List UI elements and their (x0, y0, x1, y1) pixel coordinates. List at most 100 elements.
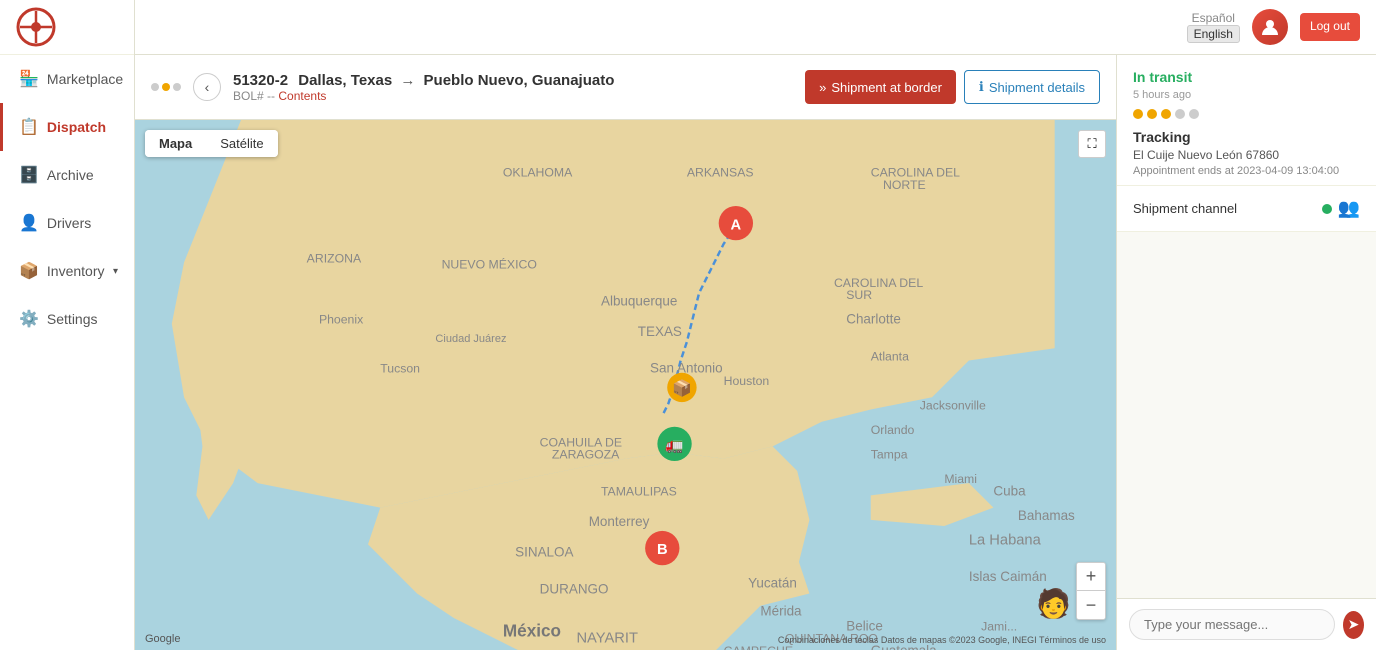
svg-text:Monterrey: Monterrey (589, 514, 650, 529)
marketplace-icon: 🏪 (19, 69, 39, 89)
sidebar-item-archive[interactable]: 🗄️ Archive (0, 151, 134, 199)
sidebar-item-label: Marketplace (47, 71, 123, 87)
shipment-channel-section: Shipment channel 👥 (1117, 186, 1376, 232)
logout-button[interactable]: Log out (1300, 13, 1360, 41)
route-dot-3 (173, 83, 181, 91)
sidebar-item-drivers[interactable]: 👤 Drivers (0, 199, 134, 247)
topbar: Español English Log out (135, 0, 1376, 55)
route-dots (151, 83, 181, 91)
map-background: OKLAHOMA ARKANSAS CAROLINA DEL NORTE ARI… (135, 120, 1116, 650)
back-button[interactable]: ‹ (193, 73, 221, 101)
online-indicator (1322, 204, 1332, 214)
svg-text:SUR: SUR (846, 288, 872, 302)
channel-icons: 👥 (1322, 198, 1360, 219)
language-switcher[interactable]: Español English (1187, 11, 1240, 43)
right-panel: In transit 5 hours ago Tracking El Cuije… (1116, 55, 1376, 650)
sidebar-logo (0, 0, 134, 55)
route-dot-2 (162, 83, 170, 91)
main-area: Español English Log out ‹ (135, 0, 1376, 650)
google-attribution: Google (145, 633, 180, 645)
svg-text:Houston: Houston (724, 374, 770, 388)
svg-text:Tucson: Tucson (380, 362, 420, 376)
svg-text:TAMAULIPAS: TAMAULIPAS (601, 484, 677, 498)
svg-text:Albuquerque: Albuquerque (601, 293, 677, 308)
archive-icon: 🗄️ (19, 165, 39, 185)
shipment-actions: » Shipment at border ℹ Shipment details (805, 70, 1100, 104)
svg-text:Islas Caimán: Islas Caimán (969, 569, 1047, 584)
border-btn-label: Shipment at border (831, 80, 942, 95)
street-view-person[interactable]: 🧑 (1036, 587, 1071, 620)
sidebar-item-label: Settings (47, 311, 98, 327)
svg-text:SINALOA: SINALOA (515, 545, 573, 560)
status-time: 5 hours ago (1133, 89, 1360, 101)
sidebar-item-label: Archive (47, 167, 94, 183)
shipment-at-border-button[interactable]: » Shipment at border (805, 70, 956, 104)
svg-text:Orlando: Orlando (871, 423, 915, 437)
lang-inactive[interactable]: Español (1192, 11, 1235, 25)
tracking-dot-2 (1147, 109, 1157, 119)
drivers-icon: 👤 (19, 213, 39, 233)
tracking-dot-4 (1175, 109, 1185, 119)
shipment-origin: Dallas, Texas (298, 72, 392, 89)
shipment-details-button[interactable]: ℹ Shipment details (964, 70, 1100, 104)
bol-contents-link[interactable]: Contents (278, 89, 326, 103)
zoom-out-button[interactable]: − (1077, 591, 1105, 619)
sidebar-item-label: Inventory (47, 263, 105, 279)
svg-text:Jami...: Jami... (981, 619, 1017, 633)
shipment-header: ‹ 51320-2 Dallas, Texas → Pueblo Nuevo, … (135, 55, 1116, 120)
svg-text:ZARAGOZA: ZARAGOZA (552, 448, 620, 462)
map-tabs: Mapa Satélite (145, 130, 278, 157)
route-arrow: → (400, 72, 415, 89)
map-container: OKLAHOMA ARKANSAS CAROLINA DEL NORTE ARI… (135, 120, 1116, 650)
details-btn-icon: ℹ (979, 79, 984, 95)
svg-text:Atlanta: Atlanta (871, 349, 909, 363)
svg-text:NUEVO MÉXICO: NUEVO MÉXICO (442, 257, 537, 272)
zoom-in-button[interactable]: + (1077, 563, 1105, 591)
svg-text:Belice: Belice (846, 618, 883, 633)
sidebar-item-label: Dispatch (47, 119, 106, 135)
fullscreen-button[interactable]: ⛶ (1078, 130, 1106, 158)
sidebar-item-dispatch[interactable]: 📋 Dispatch (0, 103, 134, 151)
sidebar: 🏪 Marketplace 📋 Dispatch 🗄️ Archive 👤 Dr… (0, 0, 135, 650)
participants-icon: 👥 (1338, 198, 1360, 219)
svg-text:🚛: 🚛 (665, 438, 683, 454)
svg-text:México: México (503, 620, 561, 640)
lang-active[interactable]: English (1187, 25, 1240, 43)
svg-text:Mérida: Mérida (760, 604, 802, 619)
tab-satelite[interactable]: Satélite (206, 130, 277, 157)
svg-text:TEXAS: TEXAS (638, 324, 682, 339)
user-avatar (1252, 9, 1288, 45)
svg-text:ARKANSAS: ARKANSAS (687, 166, 754, 180)
sidebar-item-marketplace[interactable]: 🏪 Marketplace (0, 55, 134, 103)
status-section: In transit 5 hours ago Tracking El Cuije… (1117, 55, 1376, 186)
svg-text:NAYARIT: NAYARIT (576, 631, 638, 647)
settings-icon: ⚙️ (19, 309, 39, 329)
svg-text:Miami: Miami (944, 472, 977, 486)
details-btn-label: Shipment details (989, 80, 1085, 95)
svg-text:Tampa: Tampa (871, 448, 908, 462)
sidebar-item-label: Drivers (47, 215, 91, 231)
map-attribution: Combinaciones de teclas Datos de mapas ©… (778, 635, 1106, 645)
svg-text:Bahamas: Bahamas (1018, 508, 1075, 523)
zoom-controls: + − (1076, 562, 1106, 620)
sidebar-item-settings[interactable]: ⚙️ Settings (0, 295, 134, 343)
svg-text:A: A (731, 217, 742, 233)
send-icon: ➤ (1348, 616, 1360, 633)
tracking-dot-5 (1189, 109, 1199, 119)
chat-messages-area (1117, 232, 1376, 598)
svg-text:OKLAHOMA: OKLAHOMA (503, 166, 573, 180)
sidebar-item-inventory[interactable]: 📦 Inventory (0, 247, 134, 295)
chat-input[interactable] (1129, 609, 1335, 640)
person-icon (1260, 17, 1280, 37)
inventory-icon: 📦 (19, 261, 39, 281)
svg-text:La Habana: La Habana (969, 532, 1042, 548)
border-btn-icon: » (819, 80, 826, 95)
channel-label: Shipment channel (1133, 201, 1237, 216)
status-badge: In transit (1133, 69, 1360, 85)
svg-text:ARIZONA: ARIZONA (307, 251, 362, 265)
tab-mapa[interactable]: Mapa (145, 130, 206, 157)
shipment-number: 51320-2 (233, 72, 288, 89)
app-logo-icon (16, 7, 56, 47)
svg-text:Phoenix: Phoenix (319, 313, 363, 327)
chat-send-button[interactable]: ➤ (1343, 611, 1364, 639)
